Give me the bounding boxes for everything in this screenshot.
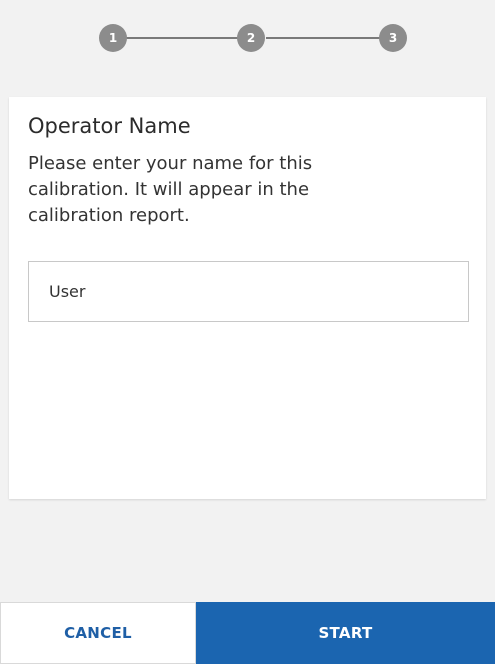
step-indicator-1: 1 <box>99 24 127 52</box>
stepper-connector <box>114 37 238 39</box>
card-title: Operator Name <box>28 114 191 138</box>
stepper-connector <box>266 37 380 39</box>
operator-name-card: Operator Name Please enter your name for… <box>9 97 486 499</box>
step-indicator-3: 3 <box>379 24 407 52</box>
operator-name-input[interactable] <box>28 261 469 322</box>
progress-stepper: 1 2 3 <box>0 0 495 75</box>
cancel-button[interactable]: CANCEL <box>0 602 196 664</box>
step-indicator-2: 2 <box>237 24 265 52</box>
card-description: Please enter your name for this calibrat… <box>28 153 313 226</box>
start-button[interactable]: START <box>196 602 495 664</box>
action-bar: CANCEL START <box>0 602 495 664</box>
